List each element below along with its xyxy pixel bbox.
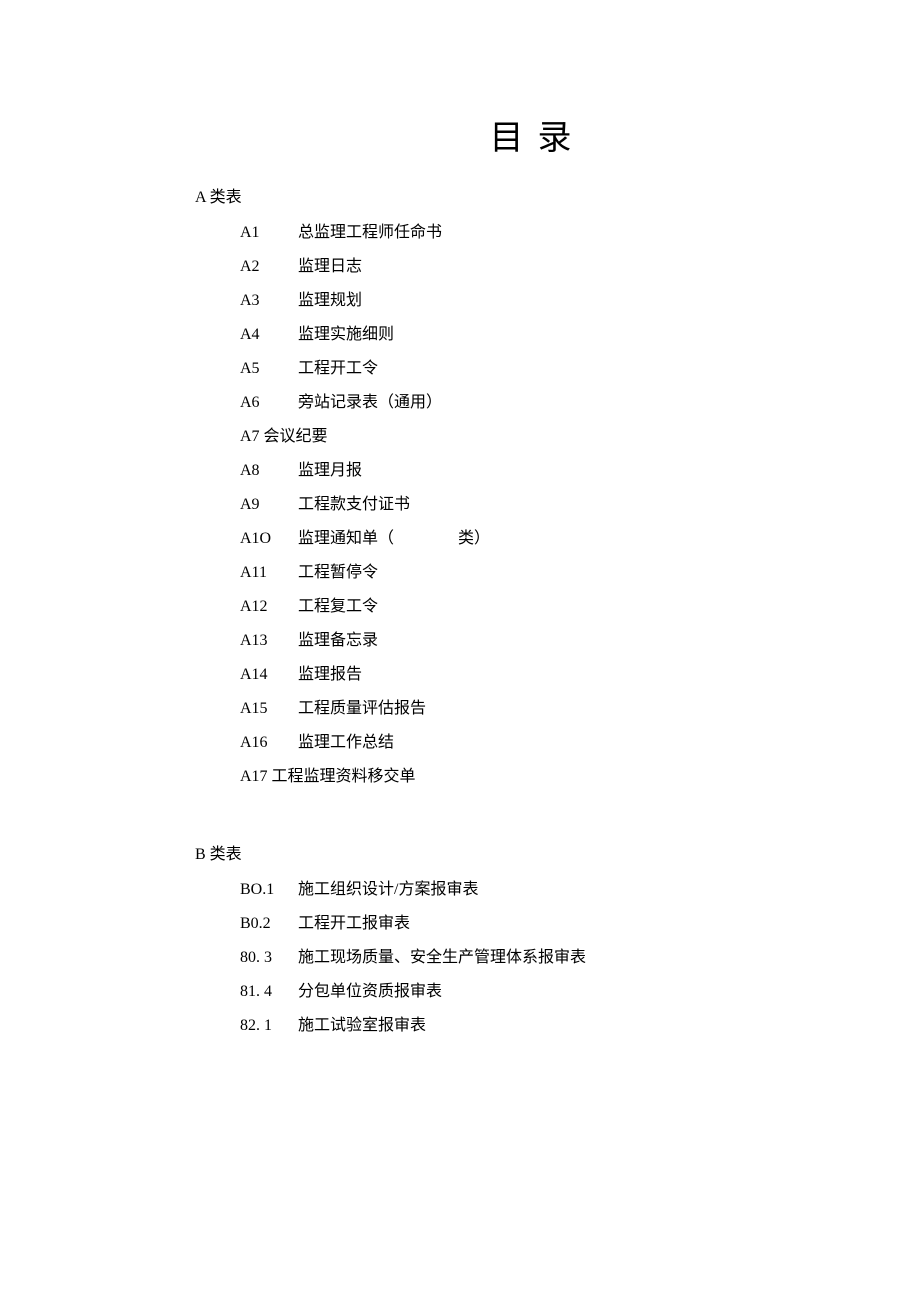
toc-code: A16 [240, 735, 298, 751]
toc-label: 施工现场质量、安全生产管理体系报审表 [298, 950, 586, 966]
toc-label: 工程复工令 [298, 599, 378, 615]
toc-label: 工程开工报审表 [298, 916, 410, 932]
toc-label: 施工组织设计/方案报审表 [298, 882, 478, 898]
toc-row: A1O监理通知单（ 类） [240, 531, 820, 547]
toc-label: 分包单位资质报审表 [298, 984, 442, 1000]
toc-row: A9工程款支付证书 [240, 497, 820, 513]
section-a-list: A1总监理工程师任命书 A2监理日志 A3监理规划 A4监理实施细则 A5工程开… [240, 225, 820, 785]
toc-code: A13 [240, 633, 298, 649]
toc-label: 总监理工程师任命书 [298, 225, 442, 241]
toc-row: A13监理备忘录 [240, 633, 820, 649]
toc-code: A15 [240, 701, 298, 717]
toc-row: BO.1施工组织设计/方案报审表 [240, 882, 820, 898]
toc-label: 监理实施细则 [298, 327, 394, 343]
page-title: 目录 [255, 110, 820, 159]
toc-code: A14 [240, 667, 298, 683]
toc-row: A12工程复工令 [240, 599, 820, 615]
toc-row: A6旁站记录表（通用） [240, 395, 820, 411]
toc-code: A8 [240, 463, 298, 479]
toc-row: A15工程质量评估报告 [240, 701, 820, 717]
section-a-header: A 类表 [195, 183, 820, 207]
toc-label: 监理月报 [298, 463, 362, 479]
toc-code: A3 [240, 293, 298, 309]
toc-row: A14监理报告 [240, 667, 820, 683]
toc-label: 监理备忘录 [298, 633, 378, 649]
toc-label: 旁站记录表（通用） [298, 395, 442, 411]
toc-code: 81. 4 [240, 984, 298, 1000]
toc-code: A6 [240, 395, 298, 411]
toc-label: 工程质量评估报告 [298, 701, 426, 717]
toc-code: A12 [240, 599, 298, 615]
toc-code: A4 [240, 327, 298, 343]
toc-row: A7 会议纪要 [240, 429, 820, 445]
toc-label: 施工试验室报审表 [298, 1018, 426, 1034]
toc-row: B0.2工程开工报审表 [240, 916, 820, 932]
toc-label: 工程暂停令 [298, 565, 378, 581]
toc-row: A16监理工作总结 [240, 735, 820, 751]
toc-row: A2监理日志 [240, 259, 820, 275]
toc-label: 监理工作总结 [298, 735, 394, 751]
toc-row: A5工程开工令 [240, 361, 820, 377]
toc-row: A8监理月报 [240, 463, 820, 479]
toc-code: A9 [240, 497, 298, 513]
document-page: 目录 A 类表 A1总监理工程师任命书 A2监理日志 A3监理规划 A4监理实施… [0, 0, 920, 1301]
toc-code: A1 [240, 225, 298, 241]
toc-row: 81. 4分包单位资质报审表 [240, 984, 820, 1000]
toc-row: 82. 1施工试验室报审表 [240, 1018, 820, 1034]
section-b-list: BO.1施工组织设计/方案报审表 B0.2工程开工报审表 80. 3施工现场质量… [240, 882, 820, 1034]
toc-code: BO.1 [240, 882, 298, 898]
toc-label: 工程开工令 [298, 361, 378, 377]
toc-row: A17 工程监理资料移交单 [240, 769, 820, 785]
toc-row: A4监理实施细则 [240, 327, 820, 343]
toc-label: 监理通知单（ 类） [298, 531, 490, 547]
toc-row: A1总监理工程师任命书 [240, 225, 820, 241]
toc-code: B0.2 [240, 916, 298, 932]
toc-row: A3监理规划 [240, 293, 820, 309]
toc-code: 80. 3 [240, 950, 298, 966]
toc-code: A11 [240, 565, 298, 581]
section-b-header: B 类表 [195, 840, 820, 864]
toc-row: 80. 3施工现场质量、安全生产管理体系报审表 [240, 950, 820, 966]
toc-code: A2 [240, 259, 298, 275]
toc-code: A5 [240, 361, 298, 377]
toc-label: 监理规划 [298, 293, 362, 309]
toc-label: 监理日志 [298, 259, 362, 275]
toc-code: 82. 1 [240, 1018, 298, 1034]
toc-row: A11工程暂停令 [240, 565, 820, 581]
toc-label: 监理报告 [298, 667, 362, 683]
toc-code: A1O [240, 531, 298, 547]
toc-label: 工程款支付证书 [298, 497, 410, 513]
